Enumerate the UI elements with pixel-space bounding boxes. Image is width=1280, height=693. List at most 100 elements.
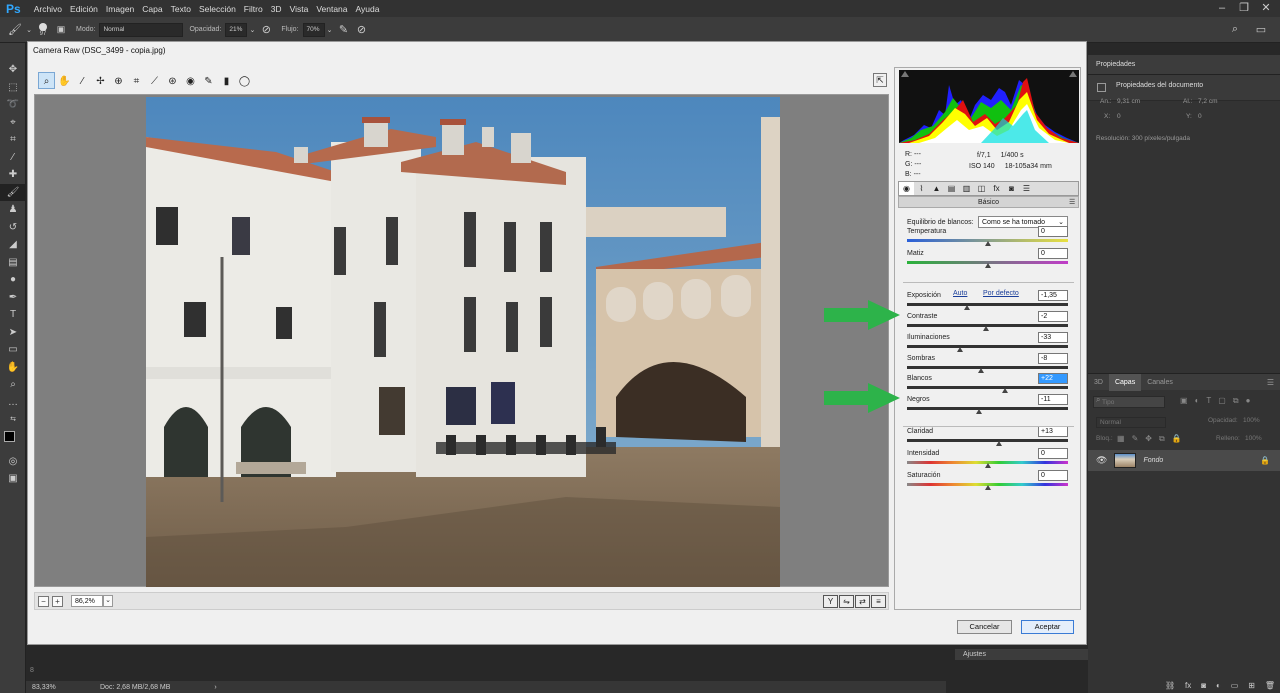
eyedropper-tool-icon[interactable]: ⁄ (0, 149, 26, 167)
brush-tool-icon[interactable]: 🖌 (0, 183, 26, 201)
opacity-field[interactable]: 21% (225, 22, 248, 37)
toggle-settings-icon[interactable]: ≡ (871, 595, 886, 608)
close-icon[interactable]: ✕ (1256, 0, 1276, 17)
new-layer-icon[interactable]: ⊞ (1248, 681, 1255, 693)
stamp-tool-icon[interactable]: ♟ (0, 201, 26, 219)
eye-icon[interactable]: 👁 (1096, 455, 1107, 466)
foreground-color[interactable] (4, 430, 15, 442)
dodge-tool-icon[interactable]: ● (0, 271, 26, 289)
claridad-value[interactable]: +13 (1038, 426, 1068, 437)
lock-all-icon[interactable]: 🔒 (1172, 434, 1182, 444)
add-mask-icon[interactable]: ◙ (1201, 681, 1206, 693)
history-brush-tool-icon[interactable]: ↺ (0, 219, 26, 237)
negros-slider-thumb[interactable] (976, 409, 983, 414)
move-tool-icon[interactable]: ✥ (0, 61, 26, 79)
matiz-value[interactable]: 0 (1038, 248, 1068, 259)
layer-name[interactable]: Fondo (1143, 457, 1163, 464)
auto-link[interactable]: Auto (953, 290, 967, 297)
sombras-slider-thumb[interactable] (978, 368, 985, 373)
workspace-icon[interactable]: ▭ (1252, 23, 1270, 36)
screen-mode-icon[interactable]: ▣ (0, 470, 26, 488)
filter-shape-icon[interactable]: ▢ (1218, 396, 1226, 406)
claridad-slider-thumb[interactable] (995, 441, 1002, 446)
quick-mask-icon[interactable]: ◎ (0, 453, 26, 471)
intensidad-slider-thumb[interactable] (984, 463, 991, 468)
chevron-down-icon[interactable]: ⌄ (24, 26, 34, 34)
menu-capa[interactable]: Capa (138, 4, 166, 14)
tab-canales[interactable]: Canales (1141, 374, 1179, 391)
layer-row[interactable]: 👁 Fondo 🔒 (1088, 450, 1280, 471)
hand-tool-icon[interactable]: ✋ (56, 72, 73, 89)
chevron-down-icon[interactable]: ⌄ (247, 26, 257, 34)
brush-preset[interactable]: 97 (34, 22, 52, 37)
menu-ventana[interactable]: Ventana (312, 4, 351, 14)
tone-curve-tab-icon[interactable]: ⌇ (914, 182, 929, 195)
group-icon[interactable]: ▭ (1231, 681, 1239, 693)
chevron-down-icon[interactable]: ⌄ (325, 26, 335, 34)
chevron-right-icon[interactable]: › (214, 684, 216, 691)
lock-transparency-icon[interactable]: ▦ (1117, 434, 1125, 444)
fx-icon[interactable]: fx (1185, 681, 1191, 693)
fill-value[interactable]: 100% (1245, 435, 1262, 442)
blancos-slider-thumb[interactable] (1002, 388, 1009, 393)
zoom-tool-icon[interactable]: ⌕ (0, 376, 26, 394)
filter-adjust-icon[interactable]: ◐ (1195, 396, 1200, 406)
menu-archivo[interactable]: Archivo (30, 4, 66, 14)
filter-pixel-icon[interactable]: ▣ (1180, 396, 1188, 406)
split-toning-tab-icon[interactable]: ▥ (959, 182, 974, 195)
type-tool-icon[interactable]: T (0, 306, 26, 324)
intensidad-value[interactable]: 0 (1038, 448, 1068, 459)
menu-filtro[interactable]: Filtro (240, 4, 267, 14)
filter-smart-icon[interactable]: ⧉ (1233, 396, 1239, 406)
negros-value[interactable]: -11 (1038, 394, 1068, 405)
white-balance-tool-icon[interactable]: ⁄ (74, 72, 91, 89)
mode-select[interactable]: Normal (99, 22, 184, 37)
temperatura-slider-thumb[interactable] (984, 241, 991, 246)
lock-pixels-icon[interactable]: ✎ (1132, 434, 1139, 444)
shadow-clipping-icon[interactable] (901, 71, 909, 77)
tab-capas[interactable]: Capas (1108, 373, 1142, 391)
cancel-button[interactable]: Cancelar (957, 620, 1012, 634)
filter-type-icon[interactable]: T (1206, 396, 1211, 406)
lasso-tool-icon[interactable]: ➰ (0, 96, 26, 114)
iluminaciones-value[interactable]: -33 (1038, 332, 1068, 343)
adjust-brush-tool-icon[interactable]: ✎ (200, 72, 217, 89)
menu-seleccion[interactable]: Selección (195, 4, 240, 14)
zoom-in-button[interactable]: + (52, 595, 63, 607)
layer-opacity-value[interactable]: 100% (1243, 417, 1260, 424)
blancos-value[interactable]: +22 (1038, 373, 1068, 384)
link-layers-icon[interactable]: ⛓ (1165, 681, 1175, 693)
before-after-icon[interactable]: Y (823, 595, 838, 608)
swap-colors-icon[interactable]: ⇆ (0, 411, 26, 429)
zoom-out-button[interactable]: − (38, 595, 49, 607)
menu-3d[interactable]: 3D (267, 4, 286, 14)
fullscreen-icon[interactable]: ⇱ (873, 73, 887, 87)
shape-tool-icon[interactable]: ▭ (0, 341, 26, 359)
detail-tab-icon[interactable]: ▲ (929, 182, 944, 195)
brush-panel-icon[interactable]: ▣ (52, 24, 70, 35)
menu-vista[interactable]: Vista (286, 4, 313, 14)
menu-ayuda[interactable]: Ayuda (352, 4, 384, 14)
claridad-slider-track[interactable] (907, 439, 1068, 442)
iluminaciones-slider-track[interactable] (907, 345, 1068, 348)
path-select-tool-icon[interactable]: ➤ (0, 324, 26, 342)
airbrush-icon[interactable]: ✎ (335, 23, 353, 36)
menu-imagen[interactable]: Imagen (102, 4, 138, 14)
zoom-tool-icon[interactable]: ⌕ (38, 72, 55, 89)
more-tools-icon[interactable]: … (0, 394, 26, 412)
targeted-adjust-tool-icon[interactable]: ⊕ (110, 72, 127, 89)
accept-button[interactable]: Aceptar (1021, 620, 1074, 634)
marquee-tool-icon[interactable]: ⬚ (0, 79, 26, 97)
width-value[interactable]: 9,31 cm (1117, 98, 1140, 105)
pressure-opacity-icon[interactable]: ⊘ (257, 23, 275, 36)
exposicion-slider-thumb[interactable] (963, 305, 970, 310)
blancos-slider-track[interactable] (907, 386, 1068, 389)
lens-tab-icon[interactable]: ◫ (974, 182, 989, 195)
temperatura-value[interactable]: 0 (1038, 226, 1068, 237)
ajustes-panel-tab[interactable]: Ajustes (955, 649, 1088, 660)
tab-3d[interactable]: 3D (1088, 374, 1109, 391)
iluminaciones-slider-thumb[interactable] (957, 347, 964, 352)
lock-artboard-icon[interactable]: ⧉ (1159, 434, 1165, 444)
crop-tool-icon[interactable]: ⌗ (0, 131, 26, 149)
height-value[interactable]: 7,2 cm (1198, 98, 1218, 105)
